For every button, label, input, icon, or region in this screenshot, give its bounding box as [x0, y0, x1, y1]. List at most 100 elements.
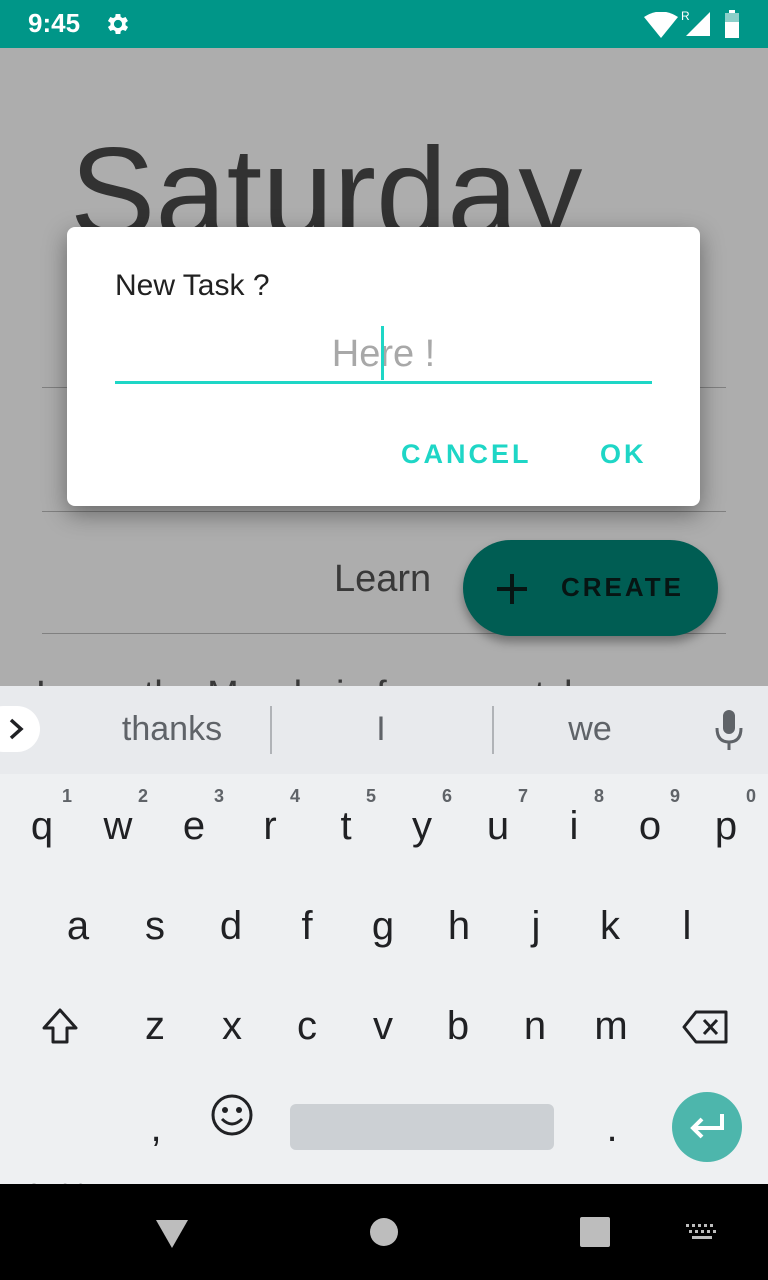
expand-suggestions-button[interactable] — [0, 706, 40, 752]
key-z[interactable]: z — [117, 986, 193, 1066]
status-bar: 9:45 R — [0, 0, 768, 48]
new-task-dialog: New Task ? CANCEL OK — [67, 227, 700, 506]
key-label: h — [447, 904, 471, 948]
key-j[interactable]: j — [498, 886, 574, 966]
key-hint: 8 — [593, 786, 604, 806]
shift-key[interactable] — [22, 986, 98, 1066]
key-label: t — [340, 804, 352, 848]
battery-icon — [725, 10, 739, 38]
emoji-icon[interactable] — [210, 1093, 254, 1137]
key-u[interactable]: u7 — [460, 786, 536, 866]
key-hint: 6 — [441, 786, 452, 806]
key-label: y — [412, 804, 432, 848]
cancel-button[interactable]: CANCEL — [401, 439, 532, 470]
key-o[interactable]: o9 — [612, 786, 688, 866]
key-s[interactable]: s — [117, 886, 193, 966]
key-label: a — [66, 904, 90, 948]
key-i[interactable]: i8 — [536, 786, 612, 866]
key-label: c — [297, 1004, 317, 1048]
backspace-key[interactable] — [668, 986, 744, 1066]
key-m[interactable]: m — [573, 986, 649, 1066]
key-b[interactable]: b — [420, 986, 496, 1066]
key-label: u — [486, 804, 510, 848]
key-c[interactable]: c — [269, 986, 345, 1066]
key-label: g — [371, 904, 395, 948]
key-hint: 0 — [745, 786, 756, 806]
key-a[interactable]: a — [40, 886, 116, 966]
key-label: b — [446, 1004, 470, 1048]
dialog-title: New Task ? — [115, 269, 270, 302]
navigation-bar — [0, 1184, 768, 1280]
back-triangle-icon[interactable] — [154, 1218, 190, 1250]
key-label: w — [103, 804, 133, 848]
key-g[interactable]: g — [345, 886, 421, 966]
suggestion-bar: thanks I we — [0, 686, 768, 774]
suggestion-item[interactable]: I — [344, 710, 418, 749]
key-hint: 2 — [137, 786, 148, 806]
key-label: j — [531, 904, 541, 948]
key-label: i — [569, 804, 579, 848]
status-time: 9:45 — [28, 8, 81, 38]
enter-button[interactable] — [672, 1092, 742, 1162]
settings-gear-icon — [107, 13, 129, 35]
key-k[interactable]: k — [572, 886, 648, 966]
key-hint: 5 — [365, 786, 376, 806]
suggestion-divider — [270, 706, 272, 754]
key-label: p — [714, 804, 738, 848]
ok-button[interactable]: OK — [600, 439, 647, 470]
key-x[interactable]: x — [194, 986, 270, 1066]
key-label: k — [600, 904, 620, 948]
key-label: q — [30, 804, 54, 848]
key-r[interactable]: r4 — [232, 786, 308, 866]
chevron-right-icon — [9, 718, 24, 740]
key-f[interactable]: f — [269, 886, 345, 966]
key-n[interactable]: n — [497, 986, 573, 1066]
key-label: r — [263, 804, 277, 848]
microphone-icon[interactable] — [714, 710, 744, 750]
suggestion-item[interactable]: we — [540, 710, 640, 749]
key-l[interactable]: l — [649, 886, 725, 966]
key-q[interactable]: q1 — [4, 786, 80, 866]
key-w[interactable]: w2 — [80, 786, 156, 866]
enter-arrow-icon — [690, 1114, 724, 1139]
shift-arrow-icon — [42, 1008, 78, 1044]
keys-area: q1 w2 e3 r4 t5 y6 u7 i8 o9 p0 a s d f g … — [0, 774, 768, 1209]
keyboard-switch-icon[interactable] — [686, 1222, 718, 1242]
key-hint: 3 — [213, 786, 224, 806]
suggestion-item[interactable]: thanks — [100, 710, 244, 749]
key-y[interactable]: y6 — [384, 786, 460, 866]
key-d[interactable]: d — [193, 886, 269, 966]
key-hint: 4 — [289, 786, 300, 806]
key-label: . — [606, 1106, 618, 1150]
key-t[interactable]: t5 — [308, 786, 384, 866]
key-hint: 9 — [669, 786, 680, 806]
space-bar[interactable] — [290, 1104, 554, 1150]
key-label: n — [523, 1004, 547, 1048]
key-label: l — [682, 904, 692, 948]
key-label: x — [222, 1004, 242, 1048]
key-label: o — [638, 804, 662, 848]
suggestion-divider — [492, 706, 494, 754]
key-label: f — [301, 904, 313, 948]
key-hint: 1 — [61, 786, 72, 806]
key-label: m — [594, 1004, 628, 1048]
soft-keyboard: thanks I we q1 w2 e3 r4 t5 y6 u7 i8 o9 p… — [0, 686, 768, 1209]
backspace-icon — [682, 1010, 728, 1044]
key-label: d — [219, 904, 243, 948]
wifi-icon — [644, 12, 678, 38]
key-hint: 7 — [517, 786, 528, 806]
home-circle-icon[interactable] — [369, 1217, 399, 1247]
key-e[interactable]: e3 — [156, 786, 232, 866]
period-key[interactable]: . — [574, 1088, 650, 1168]
key-label: e — [182, 804, 206, 848]
key-label: v — [373, 1004, 393, 1048]
comma-key[interactable]: , — [118, 1088, 194, 1168]
cell-signal-icon — [686, 12, 710, 36]
key-label: s — [145, 904, 165, 948]
key-p[interactable]: p0 — [688, 786, 764, 866]
key-h[interactable]: h — [421, 886, 497, 966]
key-label: , — [150, 1106, 162, 1150]
key-label: z — [145, 1004, 165, 1048]
recents-square-icon[interactable] — [580, 1217, 610, 1247]
key-v[interactable]: v — [345, 986, 421, 1066]
